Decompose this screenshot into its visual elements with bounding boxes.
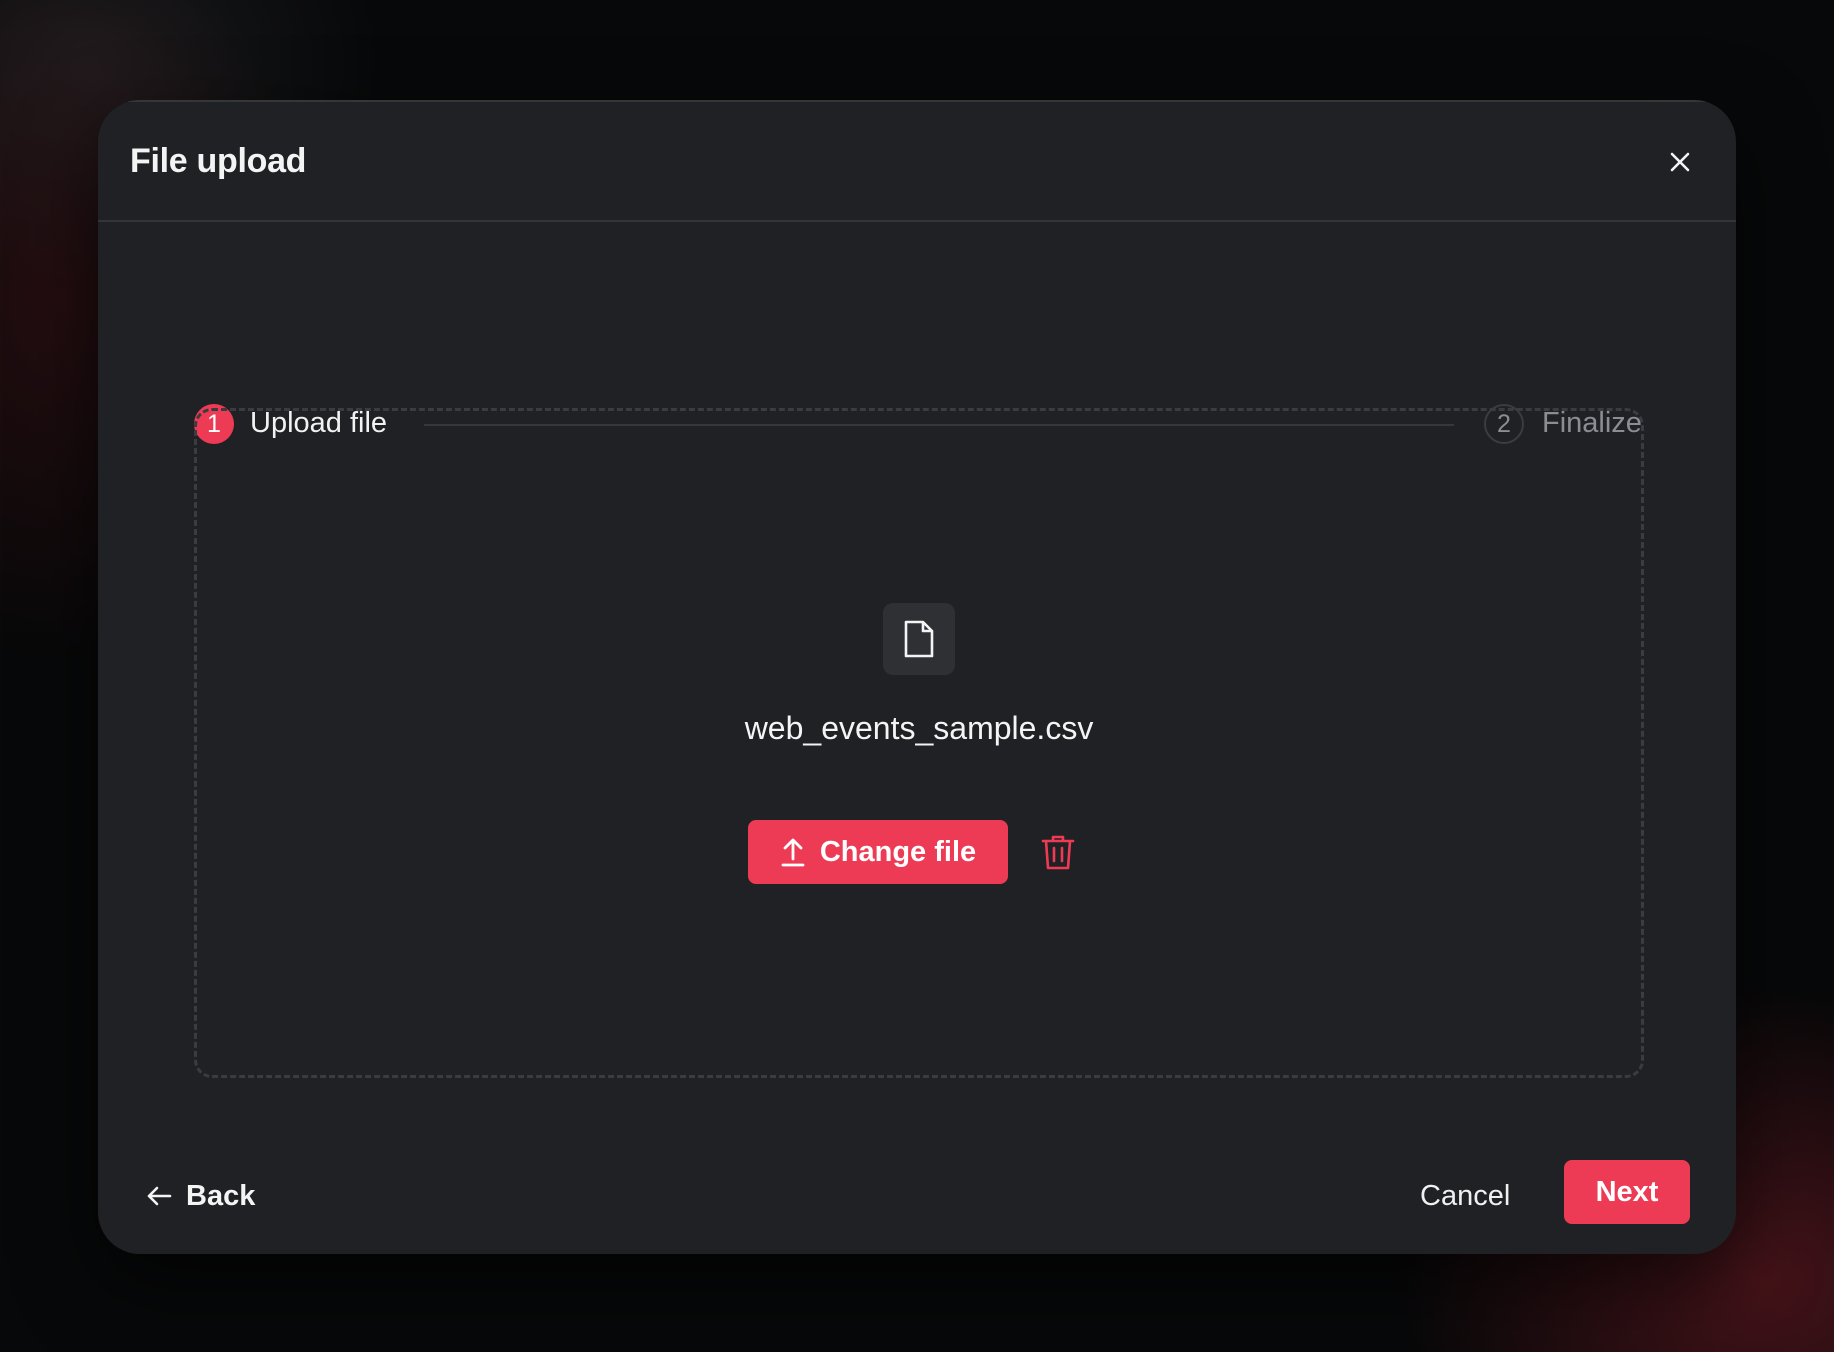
- file-upload-dialog: File upload 1 Upload file 2 Finalize web…: [98, 100, 1736, 1254]
- dialog-header: File upload: [98, 100, 1736, 222]
- file-icon: [904, 620, 934, 658]
- close-icon: [1670, 152, 1690, 172]
- dialog-title: File upload: [130, 142, 307, 180]
- file-icon-container: [883, 603, 955, 675]
- back-label: Back: [186, 1179, 256, 1212]
- upload-icon: [781, 838, 805, 867]
- change-file-button[interactable]: Change file: [748, 820, 1008, 884]
- close-button[interactable]: [1660, 142, 1700, 182]
- uploaded-file-name: web_events_sample.csv: [744, 710, 1094, 746]
- change-file-label: Change file: [819, 835, 977, 868]
- trash-icon: [1041, 835, 1075, 870]
- delete-file-button[interactable]: [1038, 832, 1078, 872]
- file-actions: Change file: [748, 820, 1078, 884]
- back-button[interactable]: Back: [146, 1174, 255, 1218]
- arrow-left-icon: [147, 1186, 172, 1206]
- cancel-button[interactable]: Cancel: [1420, 1174, 1510, 1218]
- next-button[interactable]: Next: [1564, 1160, 1690, 1224]
